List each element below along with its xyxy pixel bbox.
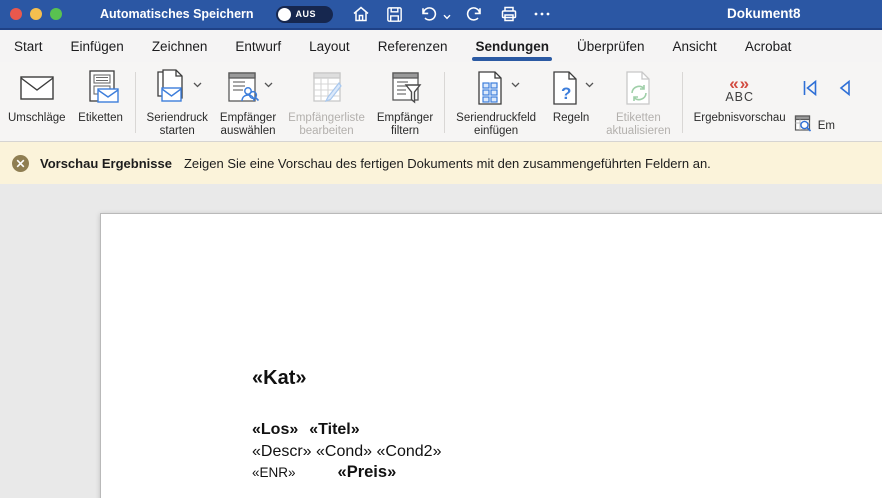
tab-einfuegen[interactable]: Einfügen [57, 30, 138, 62]
ribbon-tab-bar: Start Einfügen Zeichnen Entwurf Layout R… [0, 30, 882, 62]
tab-zeichnen[interactable]: Zeichnen [138, 30, 222, 62]
autosave-toggle-knob [278, 8, 291, 21]
redo-icon[interactable] [465, 4, 485, 24]
seriendruck-starten-label: Seriendruck starten [147, 112, 208, 138]
edit-recipient-list-icon [308, 69, 346, 112]
start-mail-merge-icon [152, 68, 190, 113]
close-window-button[interactable] [10, 8, 22, 20]
document-canvas: «Kat» «Los» «Titel» «Descr» «Cond» «Cond2… [0, 184, 882, 498]
undo-dropdown-chevron-icon[interactable] [443, 14, 451, 20]
chevron-down-icon [193, 75, 202, 93]
empfaengerliste-bearbeiten-label: Empfängerliste bearbeiten [288, 112, 365, 138]
seriendruckfeld-einfuegen-label: Seriendruckfeld einfügen [456, 112, 536, 138]
merge-field-block: «Los» «Titel» «Descr» «Cond» «Cond2» «ENR… [252, 419, 441, 484]
etiketten-aktualisieren-button: Etiketten aktualisieren [600, 64, 677, 141]
document-page[interactable]: «Kat» «Los» «Titel» «Descr» «Cond» «Cond2… [100, 213, 882, 498]
ribbon-separator [444, 72, 445, 133]
merge-field-preis: «Preis» [338, 463, 397, 481]
ribbon-separator [135, 72, 136, 133]
empfaengerliste-bearbeiten-button: Empfängerliste bearbeiten [282, 64, 371, 141]
autosave-state-label: AUS [296, 9, 317, 19]
envelope-icon [17, 73, 57, 108]
insert-merge-field-icon [472, 69, 508, 112]
empfaenger-suchen-button[interactable]: Em [794, 114, 852, 138]
tab-layout[interactable]: Layout [295, 30, 364, 62]
select-recipients-icon [223, 69, 261, 112]
chevron-down-icon [511, 75, 520, 93]
dismiss-notice-icon[interactable] [12, 155, 29, 172]
update-labels-icon [621, 69, 655, 112]
tab-ueberpruefen[interactable]: Überprüfen [563, 30, 659, 62]
ergebnisvorschau-button[interactable]: «» ABC Ergebnisvorschau [688, 64, 792, 141]
empfaenger-filtern-label: Empfänger filtern [377, 112, 433, 138]
chevron-down-icon [585, 75, 594, 93]
ribbon-group-fields: Seriendruckfeld einfügen ? [450, 64, 676, 141]
previous-record-icon[interactable] [832, 78, 852, 103]
notice-message: Zeigen Sie eine Vorschau des fertigen Do… [184, 156, 711, 171]
home-icon[interactable] [351, 4, 371, 24]
document-title: Dokument8 [727, 6, 801, 21]
first-record-icon[interactable] [800, 78, 820, 103]
titlebar: Automatisches Speichern AUS [0, 0, 882, 30]
merge-field-los: «Los» [252, 421, 298, 438]
print-icon[interactable] [499, 4, 519, 24]
svg-text:?: ? [561, 84, 571, 103]
regeln-button[interactable]: ? Regeln [542, 64, 600, 141]
ergebnisvorschau-label: Ergebnisvorschau [694, 112, 786, 125]
merge-field-enr: «ENR» [252, 465, 296, 480]
chevron-down-icon [264, 75, 273, 93]
tab-start[interactable]: Start [0, 30, 57, 62]
merge-field-titel: «Titel» [309, 421, 359, 438]
save-icon[interactable] [385, 5, 404, 24]
tab-ansicht[interactable]: Ansicht [659, 30, 731, 62]
autosave-toggle[interactable]: AUS [276, 6, 333, 23]
seriendruck-starten-button[interactable]: Seriendruck starten [141, 64, 214, 141]
find-recipient-icon [794, 114, 813, 138]
empfaenger-suchen-label: Em [818, 120, 835, 132]
empfaenger-auswaehlen-label: Empfänger auswählen [220, 112, 276, 138]
ribbon-separator [682, 72, 683, 133]
notice-title: Vorschau Ergebnisse [40, 156, 172, 171]
empfaenger-auswaehlen-button[interactable]: Empfänger auswählen [214, 64, 282, 141]
etiketten-label: Etiketten [78, 112, 123, 125]
regeln-label: Regeln [553, 112, 589, 125]
ribbon: Umschläge Etiketten [0, 62, 882, 142]
umschlaege-label: Umschläge [8, 112, 66, 125]
preview-results-notice-bar: Vorschau Ergebnisse Zeigen Sie eine Vors… [0, 142, 882, 184]
ribbon-group-preview: «» ABC Ergebnisvorschau [688, 64, 852, 141]
minimize-window-button[interactable] [30, 8, 42, 20]
autosave-label: Automatisches Speichern [100, 7, 254, 21]
ribbon-group-start-merge: Seriendruck starten [141, 64, 440, 141]
record-navigation: Em [794, 64, 852, 141]
tab-sendungen[interactable]: Sendungen [461, 30, 563, 62]
umschlaege-button[interactable]: Umschläge [2, 64, 72, 141]
merge-field-descr-cond: «Descr» «Cond» «Cond2» [252, 441, 441, 463]
merge-field-kat: «Kat» [252, 367, 306, 390]
traffic-lights [10, 8, 62, 20]
maximize-window-button[interactable] [50, 8, 62, 20]
undo-icon[interactable] [418, 4, 438, 24]
tab-entwurf[interactable]: Entwurf [221, 30, 295, 62]
seriendruckfeld-einfuegen-button[interactable]: Seriendruckfeld einfügen [450, 64, 542, 141]
empfaenger-filtern-button[interactable]: Empfänger filtern [371, 64, 439, 141]
etiketten-button[interactable]: Etiketten [72, 64, 130, 141]
ribbon-group-create: Umschläge Etiketten [2, 64, 130, 141]
etiketten-aktualisieren-label: Etiketten aktualisieren [606, 112, 671, 138]
rules-icon: ? [548, 69, 582, 112]
more-options-icon[interactable] [533, 5, 551, 23]
preview-results-icon: «» ABC [725, 76, 754, 104]
labels-icon [82, 69, 120, 112]
tab-acrobat[interactable]: Acrobat [731, 30, 806, 62]
tab-referenzen[interactable]: Referenzen [364, 30, 462, 62]
filter-recipients-icon [386, 69, 424, 112]
